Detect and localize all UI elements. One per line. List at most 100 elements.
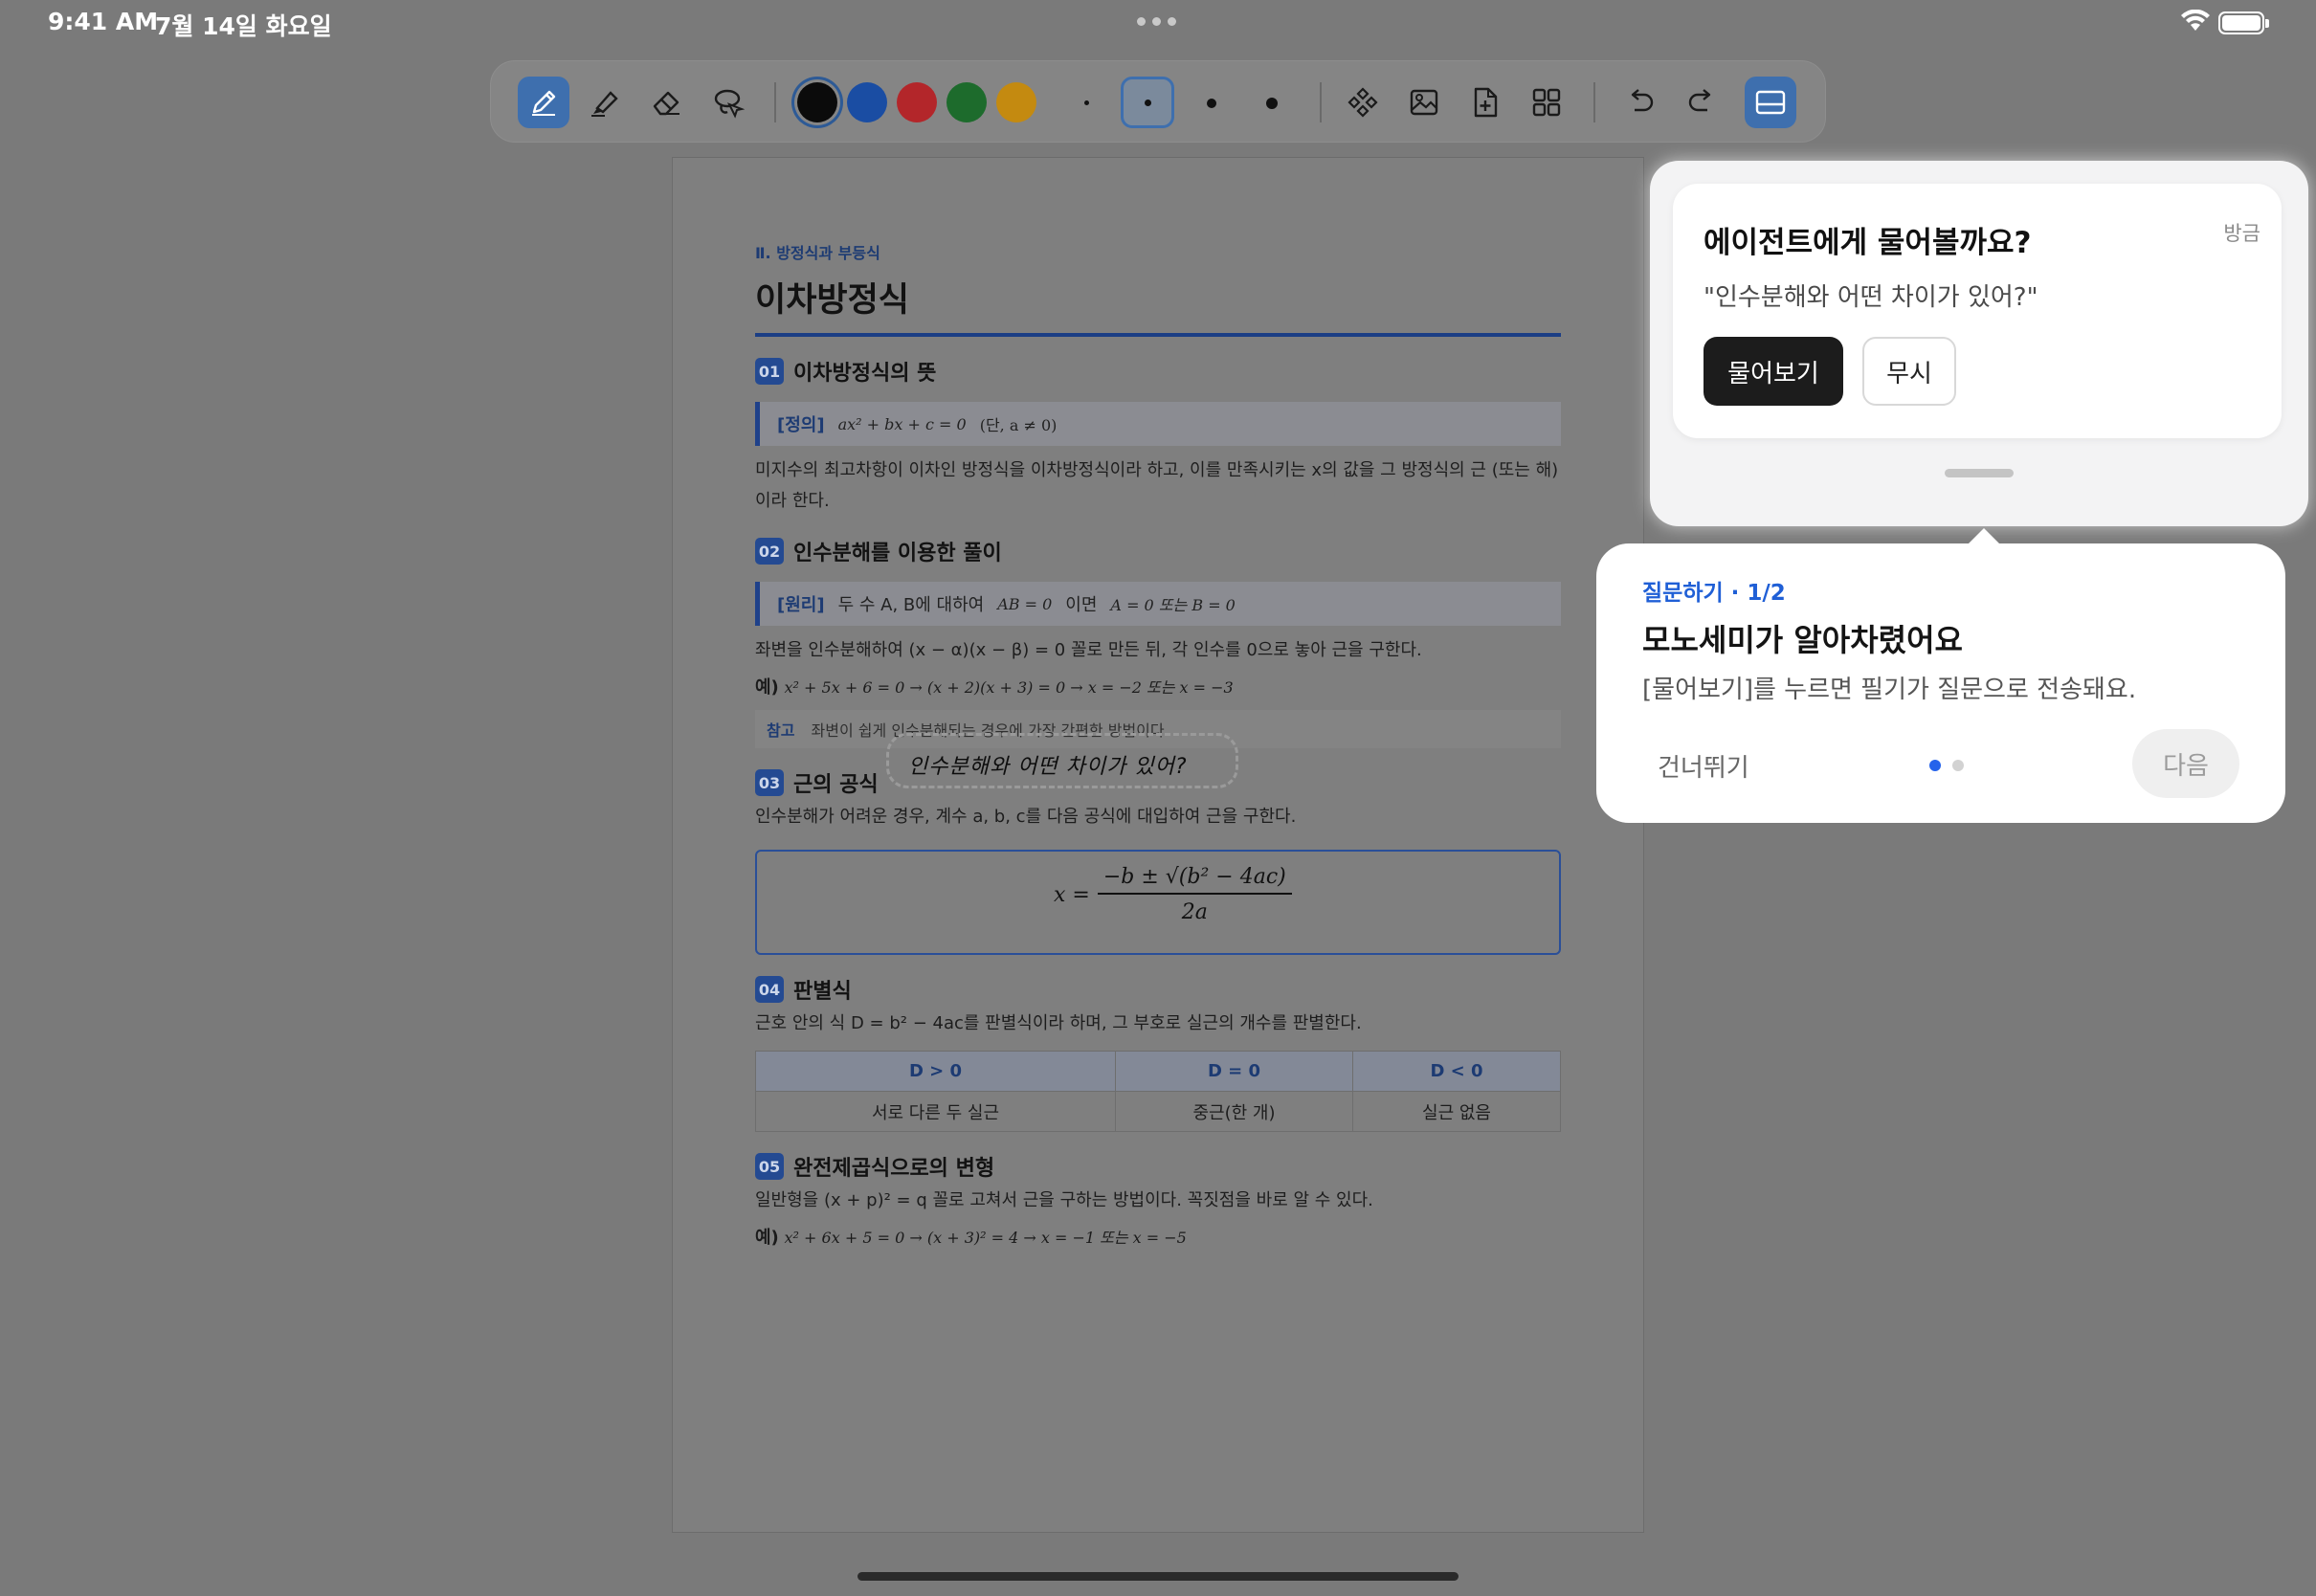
ask-button[interactable]: 물어보기 xyxy=(1704,337,1843,406)
page-indicator xyxy=(1929,760,1964,771)
section-title: 이차방정식의 뜻 xyxy=(793,362,937,386)
grid-icon[interactable] xyxy=(1521,77,1572,128)
toolbar-divider xyxy=(1320,82,1322,122)
section-2-text: 좌변을 인수분해하여 (x − α)(x − β) = 0 꼴로 만든 뒤, 각… xyxy=(755,640,1422,660)
agent-quote: "인수분해와 어떤 차이가 있어?" xyxy=(1704,283,2038,312)
table-header: D = 0 xyxy=(1115,1051,1353,1092)
principle-math-2: A = 0 또는 B = 0 xyxy=(1110,596,1236,614)
status-date: 7월 14일 화요일 xyxy=(155,12,332,40)
image-icon[interactable] xyxy=(1398,77,1450,128)
section-1-header: 01 이차방정식의 뜻 xyxy=(755,356,1561,387)
pen-icon[interactable] xyxy=(518,77,569,128)
section-number: 02 xyxy=(755,538,784,565)
tooltip-step: 질문하기 · 1/2 xyxy=(1642,581,1786,606)
page-dot xyxy=(1952,760,1964,771)
color-swatch-red[interactable] xyxy=(897,82,937,122)
section-number: 05 xyxy=(755,1153,784,1180)
quadratic-formula: x = −b ± √(b² − 4ac) 2a xyxy=(1054,865,1292,924)
shapes-icon[interactable] xyxy=(1337,77,1389,128)
definition-condition: (단, a ≠ 0) xyxy=(979,416,1058,434)
multitasking-dots-icon[interactable] xyxy=(1137,17,1176,26)
wifi-icon xyxy=(2181,10,2210,31)
section-title: 근의 공식 xyxy=(793,773,879,797)
drawing-toolbar xyxy=(490,60,1826,143)
stroke-size-m[interactable] xyxy=(1207,99,1216,108)
skip-button[interactable]: 건너뛰기 xyxy=(1658,748,1749,784)
title-divider xyxy=(755,333,1561,337)
table-cell: 실근 없음 xyxy=(1352,1091,1561,1132)
onboarding-tooltip: 질문하기 · 1/2 모노세미가 알아차렸어요 [물어보기]를 누르면 필기가 … xyxy=(1596,528,2285,823)
principle-callout: [원리] 두 수 A, B에 대하여 AB = 0 이면 A = 0 또는 B … xyxy=(755,582,1561,626)
handwritten-question-selection[interactable]: 인수분해와 어떤 차이가 있어? xyxy=(886,733,1238,788)
eraser-icon[interactable] xyxy=(640,77,692,128)
section-title: 인수분해를 이용한 풀이 xyxy=(793,542,1002,565)
definition-tag: [정의] xyxy=(777,415,825,435)
stroke-size-l[interactable] xyxy=(1266,98,1278,109)
undo-icon[interactable] xyxy=(1615,77,1666,128)
color-swatch-blue[interactable] xyxy=(847,82,887,122)
section-title: 완전제곱식으로의 변형 xyxy=(793,1157,995,1181)
formula-numerator: −b ± √(b² − 4ac) xyxy=(1097,865,1292,895)
section-2-header: 02 인수분해를 이용한 풀이 xyxy=(755,536,1561,566)
panel-toggle-icon[interactable] xyxy=(1745,77,1796,128)
agent-title: 에이전트에게 물어볼까요? xyxy=(1704,226,2032,260)
ignore-button[interactable]: 무시 xyxy=(1862,337,1956,406)
tooltip-description: [물어보기]를 누르면 필기가 질문으로 전송돼요. xyxy=(1642,676,2137,704)
agent-panel: 에이전트에게 물어볼까요? 방금 "인수분해와 어떤 차이가 있어?" 물어보기… xyxy=(1650,161,2308,526)
chapter-label: Ⅱ. 방정식과 부등식 xyxy=(755,244,880,262)
color-swatch-green[interactable] xyxy=(946,82,987,122)
example-tag: 예) xyxy=(755,677,779,698)
tooltip-title: 모노세미가 알아차렸어요 xyxy=(1642,622,1963,658)
table-cell: 중근(한 개) xyxy=(1115,1091,1353,1132)
section-1-text: 미지수의 최고차항이 이차인 방정식을 이차방정식이라 하고, 이를 만족시키는… xyxy=(755,460,1559,511)
principle-text: 두 수 A, B에 대하여 xyxy=(837,595,985,615)
section-4-text: 근호 안의 식 D = b² − 4ac를 판별식이라 하며, 그 부호로 실근… xyxy=(755,1013,1362,1033)
table-row: 서로 다른 두 실근 중근(한 개) 실근 없음 xyxy=(755,1091,1561,1132)
status-bar: 9:41 AM 7월 14일 화요일 xyxy=(0,0,2316,46)
formula-lhs: x = xyxy=(1054,882,1090,907)
section-5-text: 일반형을 (x + p)² = q 꼴로 고쳐서 근을 구하는 방법이다. 꼭짓… xyxy=(755,1190,1373,1210)
agent-suggestion-card: 에이전트에게 물어볼까요? 방금 "인수분해와 어떤 차이가 있어?" 물어보기… xyxy=(1673,184,2282,438)
stroke-size-xs[interactable] xyxy=(1084,100,1089,105)
discriminant-table: D > 0 D = 0 D < 0 서로 다른 두 실근 중근(한 개) 실근 … xyxy=(755,1051,1561,1132)
section-number: 04 xyxy=(755,976,784,1003)
example-math: x² + 6x + 5 = 0 → (x + 3)² = 4 → x = −1 … xyxy=(784,1229,1187,1247)
document-page[interactable]: Ⅱ. 방정식과 부등식 이차방정식 01 이차방정식의 뜻 [정의] ax² +… xyxy=(672,157,1644,1533)
color-swatch-yellow[interactable] xyxy=(996,82,1036,122)
redo-icon[interactable] xyxy=(1676,77,1727,128)
example-2: 예) x² + 6x + 5 = 0 → (x + 3)² = 4 → x = … xyxy=(755,1224,1561,1249)
example-1: 예) x² + 5x + 6 = 0 → (x + 2)(x + 3) = 0 … xyxy=(755,674,1561,698)
stroke-size-s-selected[interactable] xyxy=(1121,77,1174,128)
section-3-text: 인수분해가 어려운 경우, 계수 a, b, c를 다음 공식에 대입하여 근을… xyxy=(755,807,1297,827)
definition-callout: [정의] ax² + bx + c = 0 (단, a ≠ 0) xyxy=(755,402,1561,446)
section-4-header: 04 판별식 xyxy=(755,974,1561,1005)
section-5-header: 05 완전제곱식으로의 변형 xyxy=(755,1151,1561,1182)
example-math: x² + 5x + 6 = 0 → (x + 2)(x + 3) = 0 → x… xyxy=(784,678,1234,697)
next-button[interactable]: 다음 xyxy=(2132,729,2239,798)
example-tag: 예) xyxy=(755,1228,779,1248)
status-time: 9:41 AM xyxy=(48,8,159,35)
principle-tag: [원리] xyxy=(777,595,825,615)
note-tag: 참고 xyxy=(767,721,795,740)
table-cell: 서로 다른 두 실근 xyxy=(755,1091,1116,1132)
color-swatch-black[interactable] xyxy=(797,82,837,122)
home-indicator[interactable] xyxy=(857,1572,1459,1581)
lasso-icon[interactable] xyxy=(701,77,753,128)
definition-math: ax² + bx + c = 0 xyxy=(837,414,967,433)
section-title: 판별식 xyxy=(793,980,852,1004)
panel-grab-handle[interactable] xyxy=(1945,469,2014,477)
toolbar-divider xyxy=(774,82,776,122)
formula-denominator: 2a xyxy=(1181,900,1208,924)
table-header: D < 0 xyxy=(1352,1051,1561,1092)
battery-icon xyxy=(2218,11,2269,34)
table-header: D > 0 xyxy=(755,1051,1116,1092)
highlighter-icon[interactable] xyxy=(579,77,631,128)
toolbar-divider xyxy=(1593,82,1595,122)
section-number: 01 xyxy=(755,358,784,385)
page-title: 이차방정식 xyxy=(755,281,910,320)
section-number: 03 xyxy=(755,769,784,796)
page-dot-active xyxy=(1929,760,1941,771)
principle-mid: 이면 xyxy=(1065,595,1098,615)
agent-timestamp: 방금 xyxy=(2223,222,2260,245)
add-page-icon[interactable] xyxy=(1459,77,1511,128)
